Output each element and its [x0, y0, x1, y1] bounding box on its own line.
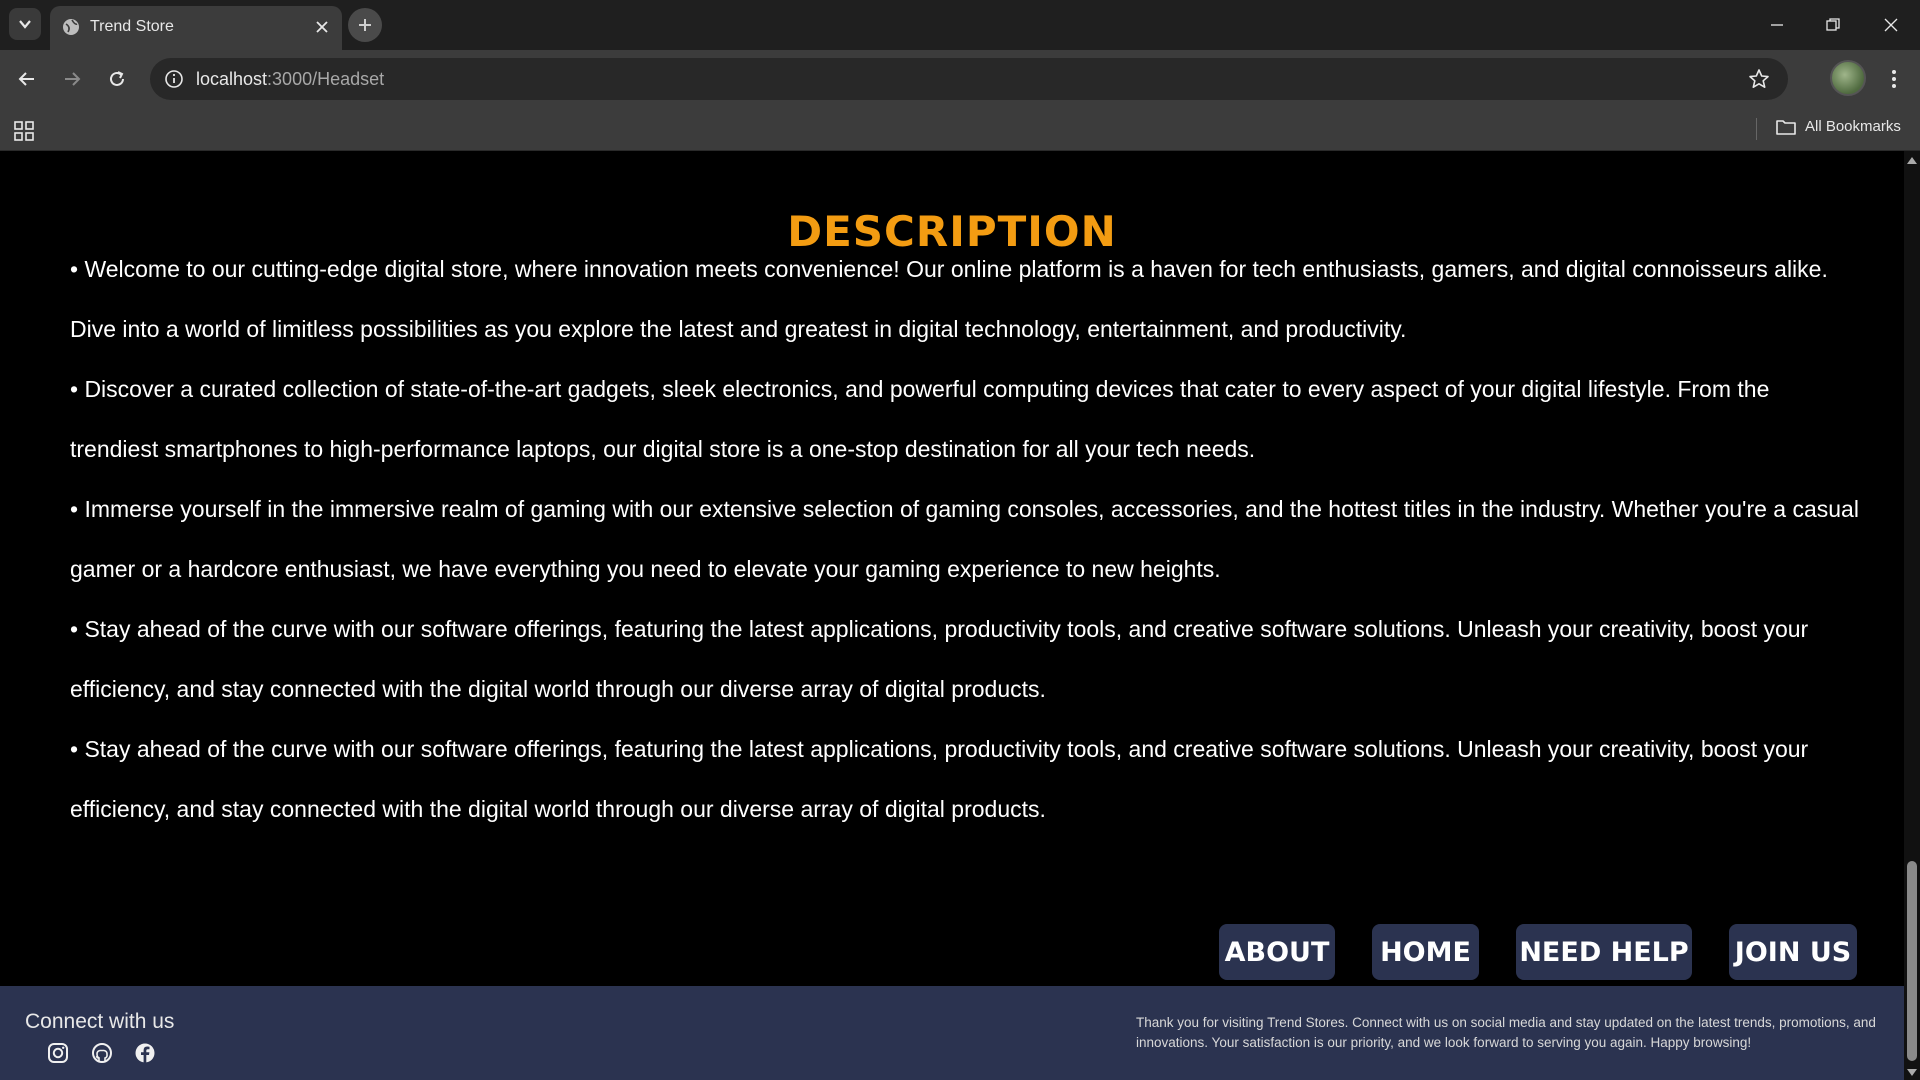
- restore-button[interactable]: [1818, 10, 1848, 40]
- forward-button[interactable]: [57, 64, 87, 94]
- chevron-down-icon: [19, 20, 31, 29]
- description-paragraph: • Immerse yourself in the immersive real…: [70, 496, 1859, 582]
- bookmarks-bar: All Bookmarks: [0, 108, 1920, 151]
- instagram-icon[interactable]: [47, 1042, 69, 1064]
- bookmarks-separator: [1756, 118, 1757, 140]
- close-tab-icon[interactable]: [312, 17, 332, 37]
- address-bar[interactable]: localhost:3000/Headset: [150, 58, 1788, 100]
- facebook-icon[interactable]: [134, 1042, 156, 1064]
- description-paragraph: • Stay ahead of the curve with our softw…: [70, 616, 1809, 702]
- all-bookmarks-button[interactable]: All Bookmarks: [1776, 118, 1901, 135]
- minimize-button[interactable]: [1762, 10, 1792, 40]
- browser-toolbar: localhost:3000/Headset: [0, 50, 1920, 108]
- about-button[interactable]: ABOUT: [1219, 924, 1335, 980]
- reload-button[interactable]: [102, 64, 132, 94]
- join-us-button[interactable]: JOIN US: [1729, 924, 1857, 980]
- description-paragraph: • Stay ahead of the curve with our softw…: [70, 736, 1809, 822]
- page-nav-links: ABOUT HOME NEED HELP JOIN US: [0, 924, 1904, 980]
- bookmark-star-icon[interactable]: [1748, 68, 1770, 90]
- tab-title: Trend Store: [90, 18, 174, 35]
- back-arrow-icon: [18, 72, 34, 86]
- forward-arrow-icon: [65, 72, 81, 86]
- home-button[interactable]: HOME: [1372, 924, 1479, 980]
- need-help-button[interactable]: NEED HELP: [1516, 924, 1692, 980]
- globe-icon: [63, 19, 79, 35]
- scrollbar-thumb[interactable]: [1907, 861, 1917, 1061]
- profile-avatar[interactable]: [1830, 60, 1866, 96]
- scroll-down-arrow-icon[interactable]: [1907, 1069, 1917, 1076]
- description-body: • Welcome to our cutting-edge digital st…: [70, 239, 1860, 839]
- url-host: localhost: [196, 69, 268, 89]
- page-footer: Connect with us Thank you for visiting T…: [0, 986, 1904, 1080]
- new-tab-button[interactable]: [348, 8, 382, 42]
- browser-tab[interactable]: Trend Store: [50, 6, 342, 50]
- plus-icon: [359, 19, 371, 31]
- page-scrollbar[interactable]: [1904, 151, 1920, 1080]
- page-viewport: DESCRIPTION • Welcome to our cutting-edg…: [0, 151, 1904, 1080]
- restore-icon: [1826, 18, 1840, 31]
- minimize-icon: [1771, 24, 1783, 26]
- browser-tabstrip: Trend Store: [0, 0, 1920, 50]
- folder-icon: [1776, 119, 1796, 135]
- back-button[interactable]: [12, 64, 42, 94]
- scroll-up-arrow-icon[interactable]: [1907, 157, 1917, 164]
- connect-label: Connect with us: [25, 1010, 175, 1033]
- site-info-icon[interactable]: [162, 67, 186, 91]
- tab-search-button[interactable]: [9, 8, 41, 40]
- close-icon: [1884, 18, 1898, 32]
- url-text[interactable]: localhost:3000/Headset: [196, 69, 384, 90]
- close-window-button[interactable]: [1876, 10, 1906, 40]
- all-bookmarks-label: All Bookmarks: [1805, 118, 1901, 135]
- apps-grid-icon[interactable]: [14, 121, 34, 141]
- description-paragraph: • Discover a curated collection of state…: [70, 376, 1770, 462]
- more-vert-icon: [1892, 70, 1896, 88]
- url-path: :3000/Headset: [267, 69, 385, 89]
- description-paragraph: • Welcome to our cutting-edge digital st…: [70, 256, 1828, 342]
- browser-menu-button[interactable]: [1882, 64, 1906, 94]
- reload-icon: [110, 71, 124, 86]
- github-icon[interactable]: [91, 1042, 113, 1064]
- footer-thanks-text: Thank you for visiting Trend Stores. Con…: [1136, 1015, 1876, 1050]
